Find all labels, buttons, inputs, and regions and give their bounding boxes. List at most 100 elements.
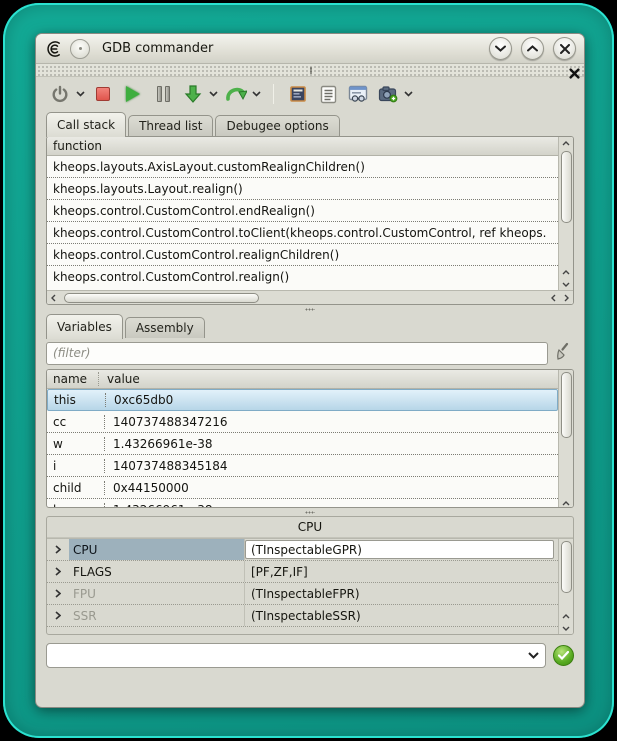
gdb-commander-window: GDB commander [35, 33, 585, 708]
variable-value: 0xc65db0 [106, 393, 173, 407]
dock-close-button[interactable] [569, 64, 580, 83]
cpu-register-row[interactable]: FPU (TInspectableFPR) [47, 583, 558, 605]
variable-row[interactable]: this 0xc65db0 [47, 389, 558, 411]
call-stack-row[interactable]: kheops.layouts.AxisLayout.customRealignC… [47, 156, 558, 178]
power-button[interactable] [48, 81, 72, 107]
clear-filter-button[interactable] [554, 341, 574, 365]
step-into-dropdown-chevron[interactable] [209, 91, 218, 97]
scroll-right-icon[interactable] [560, 292, 573, 304]
snapshot-button[interactable] [376, 81, 400, 107]
cpu-view-button[interactable] [286, 81, 310, 107]
splitter-grip-icon [305, 511, 315, 514]
cpu-vscrollbar[interactable] [558, 539, 573, 634]
scroll-up-icon[interactable] [560, 137, 573, 149]
snapshot-dropdown-chevron[interactable] [404, 91, 413, 97]
scroll-down-icon[interactable] [560, 622, 573, 634]
register-name[interactable]: SSR [69, 605, 245, 626]
step-over-button[interactable] [224, 81, 248, 107]
filter-input[interactable] [46, 342, 548, 365]
debug-toolbar [36, 77, 584, 111]
variable-row[interactable]: w 1.43266961e-38 [47, 433, 558, 455]
expander-chevron-icon[interactable] [47, 611, 69, 620]
pause-button[interactable] [151, 81, 175, 107]
name-column-label: name [47, 372, 99, 386]
watches-button[interactable] [346, 81, 370, 107]
register-value: [PF,ZF,IF] [245, 565, 558, 579]
splitter[interactable] [36, 305, 584, 313]
scroll-up-icon[interactable] [560, 266, 573, 278]
step-into-button[interactable] [181, 81, 205, 107]
register-name[interactable]: FPU [69, 583, 245, 604]
variable-row[interactable]: h 1.43266961e-38 [47, 499, 558, 508]
scroll-left-icon[interactable] [47, 292, 60, 304]
scroll-down-icon[interactable] [560, 278, 573, 290]
register-value: (TInspectableFPR) [245, 587, 558, 601]
scroll-left-icon[interactable] [547, 292, 560, 304]
variable-row[interactable]: child 0x44150000 [47, 477, 558, 499]
output-list-button[interactable] [316, 81, 340, 107]
dock-grip-icon [310, 67, 312, 74]
window-menu-button[interactable] [70, 39, 90, 59]
variables-filter-row [46, 341, 574, 365]
tab-thread-list[interactable]: Thread list [128, 115, 213, 136]
variable-value: 0x44150000 [105, 481, 189, 495]
variable-row[interactable]: i 140737488345184 [47, 455, 558, 477]
call-stack-row[interactable]: kheops.control.CustomControl.toClient(kh… [47, 222, 558, 244]
tab-variables[interactable]: Variables [46, 314, 123, 339]
variable-row[interactable]: cc 140737488347216 [47, 411, 558, 433]
call-stack-row[interactable]: kheops.control.CustomControl.realign() [47, 266, 558, 288]
play-icon [126, 86, 140, 102]
window-title: GDB commander [102, 41, 213, 56]
app-logo-icon [44, 38, 66, 60]
variable-value: 1.43266961e-38 [105, 503, 213, 509]
pause-icon [157, 86, 170, 102]
variable-name: w [53, 437, 105, 451]
cpu-register-row[interactable]: SSR (TInspectableSSR) [47, 605, 558, 627]
tab-debugee-options[interactable]: Debugee options [215, 115, 339, 136]
call-stack-column-header[interactable]: function [47, 137, 558, 156]
chevron-down-icon[interactable] [528, 652, 539, 659]
variable-value: 140737488347216 [105, 415, 228, 429]
call-stack-hscrollbar[interactable] [47, 290, 573, 304]
step-over-dropdown-chevron[interactable] [252, 91, 261, 97]
scroll-up-icon[interactable] [560, 497, 573, 508]
splitter[interactable] [36, 508, 584, 516]
run-button[interactable] [121, 81, 145, 107]
register-name[interactable]: FLAGS [69, 561, 245, 582]
unshade-button[interactable] [521, 37, 544, 60]
register-name[interactable]: CPU [69, 539, 245, 560]
power-dropdown-chevron[interactable] [76, 91, 85, 97]
vscroll-thumb[interactable] [561, 151, 572, 223]
call-stack-row[interactable]: kheops.control.CustomControl.realignChil… [47, 244, 558, 266]
variables-vscrollbar[interactable] [558, 370, 573, 508]
toolbar-separator [273, 84, 274, 104]
dock-drag-handle[interactable] [36, 64, 584, 77]
vscroll-thumb[interactable] [561, 541, 572, 593]
expander-chevron-icon[interactable] [47, 589, 69, 598]
cpu-register-row[interactable]: CPU (TInspectableGPR) [47, 539, 558, 561]
call-stack-row[interactable]: kheops.layouts.Layout.realign() [47, 178, 558, 200]
expander-chevron-icon[interactable] [47, 567, 69, 576]
close-button[interactable] [553, 37, 576, 60]
vscroll-thumb[interactable] [561, 372, 572, 438]
hscroll-thumb[interactable] [64, 293, 259, 303]
execute-command-button[interactable] [553, 645, 574, 666]
cpu-register-row[interactable]: FLAGS [PF,ZF,IF] [47, 561, 558, 583]
call-stack-panel: function kheops.layouts.AxisLayout.custo… [46, 136, 574, 305]
shade-button[interactable] [489, 37, 512, 60]
variables-column-header[interactable]: name value [47, 370, 558, 389]
call-stack-row[interactable]: kheops.control.CustomControl.endRealign(… [47, 200, 558, 222]
tab-call-stack[interactable]: Call stack [46, 112, 126, 137]
register-value-editor[interactable]: (TInspectableGPR) [245, 540, 554, 559]
stop-button[interactable] [91, 81, 115, 107]
cpu-group-title: CPU [47, 517, 573, 538]
tab-assembly[interactable]: Assembly [125, 317, 205, 338]
splitter-grip-icon [305, 308, 315, 311]
variable-name: cc [53, 415, 105, 429]
expander-chevron-icon[interactable] [47, 545, 69, 554]
call-stack-vscrollbar[interactable] [558, 137, 573, 290]
mid-tabbar: Variables Assembly [36, 313, 584, 338]
command-combobox[interactable] [46, 643, 546, 668]
titlebar[interactable]: GDB commander [36, 34, 584, 64]
scroll-up-icon[interactable] [560, 610, 573, 622]
